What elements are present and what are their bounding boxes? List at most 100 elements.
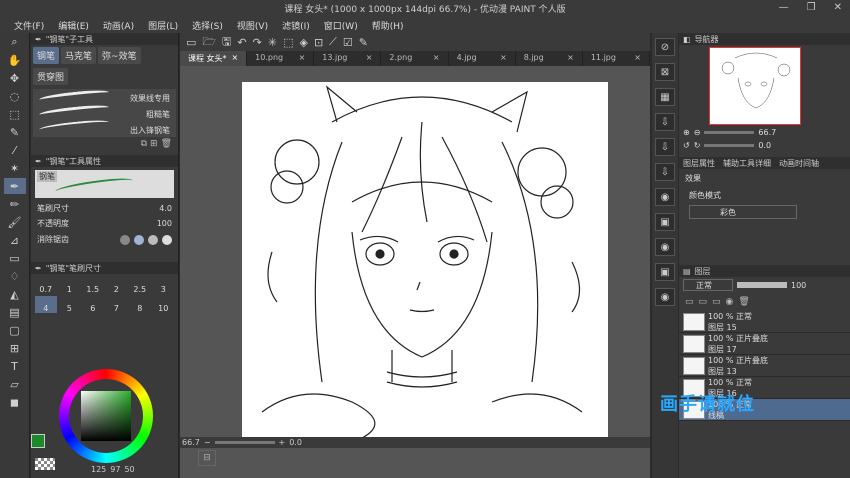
camera-panel-icon[interactable]: ◉ <box>655 238 675 256</box>
brush-size-option[interactable]: 6 <box>82 296 104 313</box>
copy-subtool-icon[interactable]: ⧉ <box>141 139 147 151</box>
open-icon[interactable]: 🗁 <box>202 33 216 52</box>
export-panel-icon[interactable]: ⇩ <box>655 138 675 156</box>
doc-tab[interactable]: 10.png × <box>247 51 315 66</box>
doc-tab[interactable]: 课程 女头* × <box>180 51 248 66</box>
menu-window[interactable]: 窗口(W) <box>324 19 358 32</box>
save-icon[interactable]: 🖫 <box>222 33 231 52</box>
layer-property-tab[interactable]: 图层属性 <box>683 158 715 169</box>
doc-tab[interactable]: 2.png × <box>381 51 449 66</box>
mask-icon[interactable]: ◉ <box>726 297 734 307</box>
minimize-button[interactable]: — <box>779 2 789 13</box>
aa-mid-option[interactable] <box>148 234 158 245</box>
layer-item[interactable]: 100 % 正片叠底 图层 17 <box>679 333 850 355</box>
selection-tool-icon[interactable]: ⬚ <box>4 106 26 122</box>
color-swatch-icon[interactable]: ◼ <box>4 394 26 410</box>
brush-size-option[interactable]: 0.7 <box>35 277 57 294</box>
main-color-swatch[interactable] <box>31 434 45 448</box>
photo-panel-icon[interactable]: ◉ <box>655 188 675 206</box>
close-icon[interactable]: × <box>567 53 574 64</box>
color-wheel[interactable] <box>59 369 153 463</box>
brush-size-option[interactable]: 1.5 <box>82 277 104 294</box>
brush-item[interactable]: 效果线专用 <box>130 93 170 104</box>
pen-icon[interactable]: ✎ <box>359 36 368 49</box>
brush-item[interactable]: 出入锋钢笔 <box>130 125 170 136</box>
zoom-out-icon[interactable]: ⊖ <box>694 128 701 137</box>
clear-icon[interactable]: ⬚ <box>283 36 293 49</box>
history-panel-icon[interactable]: ⇩ <box>655 163 675 181</box>
subtool-tab-effect[interactable]: 弥~效笔 <box>98 47 141 64</box>
layer-item[interactable]: 100 % 正片叠底 图层 13 <box>679 355 850 377</box>
image-panel-icon[interactable]: ▦ <box>655 88 675 106</box>
undo-icon[interactable]: ↶ <box>237 36 246 49</box>
zoom-in-icon[interactable]: + <box>279 438 286 447</box>
airbrush-tool-icon[interactable]: ⊿ <box>4 232 26 248</box>
brush-size-option[interactable]: 1 <box>59 277 81 294</box>
brush-size-option[interactable]: 2.5 <box>129 277 151 294</box>
fill-icon[interactable]: ◈ <box>299 36 307 49</box>
brush-size-option[interactable]: 2 <box>106 277 128 294</box>
fill-tool-icon[interactable]: ◭ <box>4 286 26 302</box>
layer-item[interactable]: 100 % 正常 图层 15 <box>679 311 850 333</box>
animation-timeline-tab[interactable]: 动画时间轴 <box>779 158 819 169</box>
navigator-zoom[interactable]: 66.7 <box>758 128 776 137</box>
menu-layer[interactable]: 图层(L) <box>148 19 178 32</box>
rotate-left-icon[interactable]: ↺ <box>683 141 690 150</box>
aa-strong-option[interactable] <box>162 234 172 245</box>
color-mode-select[interactable]: 彩色 <box>689 205 797 219</box>
brush-tool-icon[interactable]: 🖌 <box>4 214 26 230</box>
rotate-right-icon[interactable]: ↻ <box>694 141 701 150</box>
layer-opacity-value[interactable]: 100 <box>791 281 806 290</box>
eraser-select-icon[interactable]: ✎ <box>4 124 26 140</box>
maximize-button[interactable]: ❐ <box>807 2 816 13</box>
menu-help[interactable]: 帮助(H) <box>372 19 404 32</box>
menu-file[interactable]: 文件(F) <box>14 19 44 32</box>
menu-edit[interactable]: 编辑(E) <box>58 19 89 32</box>
layer-opacity-slider[interactable] <box>737 282 787 288</box>
brush-size-option[interactable]: 3 <box>153 277 175 294</box>
menu-select[interactable]: 选择(S) <box>192 19 223 32</box>
eraser-tool-icon[interactable]: ▭ <box>4 250 26 266</box>
ruler-tool-icon[interactable]: ▱ <box>4 376 26 392</box>
hand-tool-icon[interactable]: ✋ <box>4 52 26 68</box>
material-panel-icon[interactable]: ⊠ <box>655 63 675 81</box>
blend-tool-icon[interactable]: ♢ <box>4 268 26 284</box>
menu-view[interactable]: 视图(V) <box>237 19 268 32</box>
zoom-slider[interactable] <box>214 441 275 444</box>
brush-size-option[interactable]: 8 <box>129 296 151 313</box>
subtool-tab-through[interactable]: 贯穿图 <box>33 68 69 85</box>
navigator-angle[interactable]: 0.0 <box>758 141 771 150</box>
brush-item[interactable]: 粗糙笔 <box>146 109 170 120</box>
close-button[interactable]: ✕ <box>834 2 842 13</box>
opacity-value[interactable]: 100 <box>157 219 172 228</box>
new-folder-icon[interactable]: ▭ <box>712 297 721 307</box>
navigator-angle-slider[interactable] <box>704 144 755 147</box>
brush-size-option[interactable]: 7 <box>106 296 128 313</box>
transparent-color-swatch[interactable] <box>35 458 55 470</box>
animation-panel-icon[interactable]: ◉ <box>655 288 675 306</box>
aa-none-option[interactable] <box>120 234 130 245</box>
blend-mode-select[interactable]: 正常 <box>683 279 733 291</box>
text-tool-icon[interactable]: T <box>4 358 26 374</box>
menu-animation[interactable]: 动画(A) <box>103 19 134 32</box>
loading-icon[interactable]: ✳ <box>268 36 277 49</box>
sub-tool-detail-tab[interactable]: 辅助工具详细 <box>723 158 771 169</box>
angle-value[interactable]: 0.0 <box>289 438 302 447</box>
lasso-tool-icon[interactable]: ◌ <box>4 88 26 104</box>
move-tool-icon[interactable]: ✥ <box>4 70 26 86</box>
magic-wand-icon[interactable]: ✶ <box>4 160 26 176</box>
close-icon[interactable]: × <box>433 53 440 64</box>
menu-filter[interactable]: 滤镜(I) <box>282 19 310 32</box>
zoom-value[interactable]: 66.7 <box>182 438 200 447</box>
navigator-zoom-slider[interactable] <box>704 131 755 134</box>
subtool-tab-pen[interactable]: 钢笔 <box>33 47 60 64</box>
frame-tool-icon[interactable]: ⊞ <box>4 340 26 356</box>
color-square[interactable] <box>81 391 131 441</box>
brush-size-option[interactable]: 10 <box>153 296 175 313</box>
close-icon[interactable]: × <box>634 53 641 64</box>
picture-panel-icon[interactable]: ▣ <box>655 263 675 281</box>
brush-size-option[interactable]: 5 <box>59 296 81 313</box>
new-vector-icon[interactable]: ▭ <box>699 297 708 307</box>
close-icon[interactable]: × <box>500 53 507 64</box>
size-value[interactable]: 4.0 <box>159 204 172 213</box>
